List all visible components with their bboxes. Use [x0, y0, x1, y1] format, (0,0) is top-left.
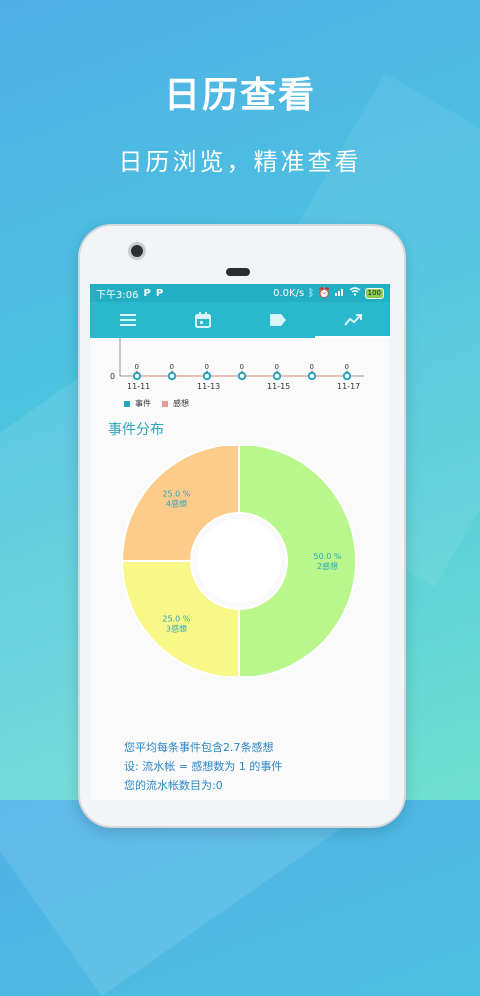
- data-point: [272, 371, 282, 381]
- data-label: 0: [275, 363, 279, 371]
- data-label: 0: [345, 363, 349, 371]
- stats-line: 您平均每条事件包含2.7条感想: [124, 741, 274, 754]
- tab-statistics[interactable]: [315, 302, 390, 338]
- battery-icon: 100: [364, 287, 384, 299]
- x-tick-label: 11-11: [127, 382, 150, 391]
- data-label: 0: [240, 363, 244, 371]
- net-speed: 0.0K/s: [273, 287, 305, 299]
- donut-chart: 50.0 %2感想25.0 %3感想25.0 %4感想: [120, 446, 357, 676]
- x-tick-label: 11-13: [197, 382, 220, 391]
- tab-calendar[interactable]: [165, 302, 240, 338]
- alarm-icon: ⏰: [318, 287, 331, 299]
- tab-bar: [90, 302, 390, 338]
- promo-title: 日历查看: [163, 75, 316, 116]
- slice-count-label: 2感想: [317, 561, 338, 571]
- bluetooth-icon: ᛒ: [308, 287, 315, 299]
- data-point: [342, 371, 352, 381]
- signal-icon: [334, 287, 345, 299]
- data-label: 0: [310, 363, 314, 371]
- data-label: 0: [135, 363, 139, 371]
- x-tick-label: 11-15: [267, 382, 290, 391]
- phone-screen: 下午3:06 P P 0.0K/s ᛒ ⏰ 100 0 0 0 0 0 0 0 …: [90, 284, 390, 800]
- line-chart: 0 0 0 0 0 0 0 0 11-11 11-13 11-15 11-17: [110, 338, 364, 391]
- slice-count-label: 4感想: [166, 498, 187, 508]
- promo-subtitle: 日历浏览，精准查看: [118, 148, 362, 176]
- front-camera: [128, 242, 146, 260]
- legend-label-events: 事件: [135, 399, 151, 408]
- x-tick-label: 11-17: [337, 382, 360, 391]
- tab-list[interactable]: [90, 302, 165, 338]
- trend-chart-icon: [343, 314, 362, 326]
- slice-percent-label: 25.0 %: [162, 615, 190, 624]
- data-point: [307, 371, 317, 381]
- chart-legend: 事件 感想: [124, 398, 189, 409]
- data-label: 0: [205, 363, 209, 371]
- tab-tags[interactable]: [240, 302, 315, 338]
- data-point: [132, 371, 142, 381]
- data-point: [202, 371, 212, 381]
- status-time: 下午3:06: [96, 289, 139, 301]
- stats-line: 设: 流水帐 = 感想数为 1 的事件: [124, 760, 283, 773]
- phone-speaker: [226, 268, 250, 276]
- status-bar: 下午3:06 P P 0.0K/s ᛒ ⏰ 100: [90, 284, 390, 302]
- p-notification-icon: P: [143, 287, 151, 299]
- slice-percent-label: 25.0 %: [162, 489, 190, 498]
- data-point: [237, 371, 247, 381]
- legend-swatch-events: [124, 400, 130, 407]
- data-point: [167, 371, 177, 381]
- list-icon: [119, 314, 136, 326]
- data-label: 0: [170, 363, 174, 371]
- calendar-icon: [194, 312, 211, 328]
- stats-summary: 您平均每条事件包含2.7条感想 设: 流水帐 = 感想数为 1 的事件 您的流水…: [124, 738, 282, 795]
- legend-label-thoughts: 感想: [173, 399, 189, 408]
- stats-line: 您的流水帐数目为:0: [124, 779, 223, 792]
- tag-icon: [269, 314, 286, 326]
- legend-swatch-thoughts: [162, 400, 168, 407]
- p-notification-icon: P: [155, 287, 164, 299]
- donut-hole: [197, 519, 281, 603]
- slice-percent-label: 50.0 %: [314, 552, 342, 561]
- wifi-icon: [349, 287, 361, 299]
- statistics-page: 0 0 0 0 0 0 0 0 11-11 11-13 11-15 11-17 事件 感想 事件分布…: [90, 338, 390, 800]
- slice-count-label: 3感想: [166, 624, 187, 634]
- y-axis-zero-label: 0: [110, 372, 115, 381]
- section-title: 事件分布: [108, 422, 164, 438]
